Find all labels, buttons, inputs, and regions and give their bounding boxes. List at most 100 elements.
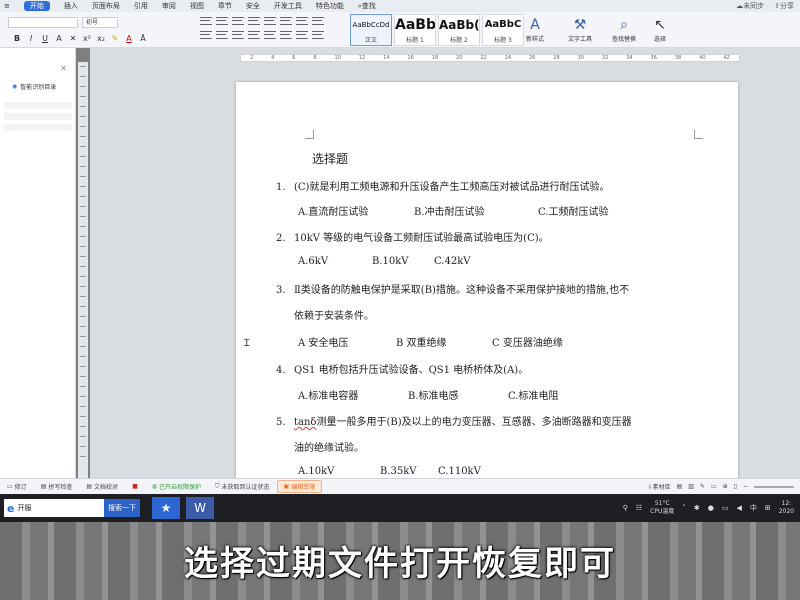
align-right-icon[interactable]	[232, 31, 244, 39]
menu-tab-review[interactable]: 审阅	[162, 1, 176, 11]
char-shading-icon[interactable]: Ā	[138, 34, 148, 44]
subscript-icon[interactable]: x₂	[96, 34, 106, 44]
q3-option-b: B 双重绝缘	[396, 338, 447, 349]
font-effect-icon[interactable]: A	[54, 34, 64, 44]
edit-mode-badge[interactable]: ▣ 编辑受限	[276, 480, 323, 493]
menu-tab-insert[interactable]: 插入	[64, 1, 78, 11]
spell-check-status[interactable]: ▤ 拼写检查	[34, 482, 80, 491]
spellcheck-word[interactable]: tanδ	[294, 417, 316, 428]
align-left-icon[interactable]	[200, 31, 212, 39]
taskbar-search-box[interactable]: e 开服	[4, 499, 104, 517]
tray-app-icon[interactable]: ⚲	[623, 504, 628, 512]
ruler-tick-label: 12	[358, 55, 366, 61]
record-icon[interactable]: ■	[125, 483, 145, 490]
show-marks-icon[interactable]	[280, 17, 292, 25]
shading-icon[interactable]	[296, 31, 308, 39]
find-replace-button[interactable]: ⌕ 查找替换	[612, 16, 636, 43]
permission-status[interactable]: ◍ 已开启权限保护	[145, 482, 208, 491]
style-heading-3[interactable]: AaBbC 标题 3	[482, 14, 524, 46]
table-border-icon[interactable]	[312, 31, 324, 39]
menu-search[interactable]: ⌕查找	[358, 1, 376, 11]
tray-up-arrow-icon[interactable]: ˄	[682, 504, 686, 512]
menu-tab-view[interactable]: 视图	[190, 1, 204, 11]
share-button[interactable]: ⇪分享	[774, 1, 794, 11]
style-heading-2[interactable]: AaBb( 标题 2	[438, 14, 480, 46]
justify-icon[interactable]	[248, 31, 260, 39]
material-library-button[interactable]: ⇩素材库	[648, 482, 671, 491]
horizontal-ruler[interactable]: 2 4 6 8 10 12 14 16 18 20 22 24 26 28 30 32 34 36 38 40 42	[240, 54, 740, 62]
tray-network-icon[interactable]: ▭	[722, 504, 729, 512]
ruler-tick	[80, 266, 86, 267]
auth-status[interactable]: ⛉ 未获取到认证状态	[208, 482, 277, 492]
strikethrough-icon[interactable]: ✕	[68, 34, 78, 44]
outline-icon[interactable]: ▭	[711, 483, 717, 490]
zoom-slider[interactable]	[754, 485, 794, 488]
menu-tab-references[interactable]: 引用	[134, 1, 148, 11]
bold-icon[interactable]: B	[12, 34, 22, 44]
q2-option-b: B.10kV	[372, 256, 409, 267]
font-color-icon[interactable]: A	[124, 34, 134, 44]
cpu-temp-widget[interactable]: 51°C CPU温度	[650, 500, 674, 516]
view-mode-icon[interactable]: ▤	[677, 483, 683, 490]
menu-tab-features[interactable]: 特色功能	[316, 1, 344, 11]
taskbar-search-input[interactable]: 开服	[17, 503, 31, 513]
document-page[interactable]: 选择题 1. (C)就是利用工频电源和升压设备产生工频高压对被试品进行耐压试验。 …	[236, 82, 738, 482]
underline-icon[interactable]: U	[40, 34, 50, 44]
decrease-indent-icon[interactable]	[232, 17, 244, 25]
close-icon[interactable]: ✕	[60, 64, 67, 73]
menu-icon-grid[interactable]: ≡	[4, 2, 10, 10]
q3-option-a: A 安全电压	[298, 338, 349, 349]
style-heading-1[interactable]: AaBb 标题 1	[394, 14, 436, 46]
track-changes-status[interactable]: ▭ 修订	[0, 482, 34, 491]
borders-icon[interactable]	[296, 17, 308, 25]
sync-status[interactable]: ☁未同步	[736, 1, 764, 11]
web-view-icon[interactable]: ▥	[688, 483, 694, 490]
ruler-tick-label: 26	[528, 55, 536, 61]
font-name-input[interactable]	[8, 17, 78, 28]
select-button[interactable]: ↖ 选择	[654, 16, 666, 43]
superscript-icon[interactable]: x²	[82, 34, 92, 44]
nav-pane-header[interactable]: ◉ 智能识别目录	[12, 82, 56, 91]
menu-tab-home[interactable]: 开始	[23, 1, 50, 11]
ruler-tick	[80, 76, 86, 77]
tray-keyboard-icon[interactable]: ⊞	[765, 504, 771, 512]
highlight-icon[interactable]: ✎	[110, 34, 120, 44]
sort-icon[interactable]	[264, 17, 276, 25]
cpu-temp-label: CPU温度	[650, 508, 675, 515]
tray-wechat-icon[interactable]: ●	[708, 504, 714, 512]
font-size-input[interactable]: 初号	[82, 17, 118, 28]
bullet-list-icon[interactable]	[200, 17, 212, 25]
para-settings-icon[interactable]	[312, 17, 324, 25]
style-normal[interactable]: AaBbCcDd 正文	[350, 14, 392, 46]
reading-icon[interactable]: ▯	[734, 483, 737, 490]
clock[interactable]: 12: 2020	[779, 500, 794, 516]
tray-bluetooth-icon[interactable]: ✱	[694, 504, 700, 512]
edit-icon[interactable]: ✎	[700, 483, 705, 490]
q3-option-c: C 变压器油绝缘	[492, 338, 563, 349]
q2-option-a: A.6kV	[298, 256, 329, 267]
numbered-list-icon[interactable]	[216, 17, 228, 25]
taskbar-app-wps-icon[interactable]: W	[186, 497, 214, 519]
distributed-icon[interactable]	[264, 31, 276, 39]
taskbar-search-button[interactable]: 搜索一下	[104, 499, 140, 517]
line-spacing-icon[interactable]	[280, 31, 292, 39]
tray-chat-icon[interactable]: ☷	[636, 504, 642, 512]
nav-pane-title: 智能识别目录	[20, 84, 57, 91]
tray-volume-icon[interactable]: ◀	[736, 504, 741, 512]
menu-tab-sections[interactable]: 章节	[218, 1, 232, 11]
menu-tab-page-layout[interactable]: 页面布局	[92, 1, 120, 11]
format-buttons: B I U A ✕ x² x₂ ✎ A Ā	[12, 34, 148, 44]
increase-indent-icon[interactable]	[248, 17, 260, 25]
taskbar-app-star-icon[interactable]: ★	[152, 497, 180, 519]
zoom-out-icon[interactable]: −	[743, 483, 748, 490]
new-style-button[interactable]: A 新样式	[526, 16, 544, 43]
proofread-status[interactable]: ▤ 文档校对	[79, 482, 125, 491]
style-heading-3-sample: AaBbC	[484, 19, 522, 30]
globe-icon[interactable]: ⊕	[723, 483, 728, 490]
italic-icon[interactable]: I	[26, 34, 36, 44]
menu-tab-developer[interactable]: 开发工具	[274, 1, 302, 11]
tray-language-indicator[interactable]: 中	[750, 503, 757, 513]
align-center-icon[interactable]	[216, 31, 228, 39]
text-tools-button[interactable]: ⚒ 文字工具	[568, 16, 592, 43]
menu-tab-security[interactable]: 安全	[246, 1, 260, 11]
